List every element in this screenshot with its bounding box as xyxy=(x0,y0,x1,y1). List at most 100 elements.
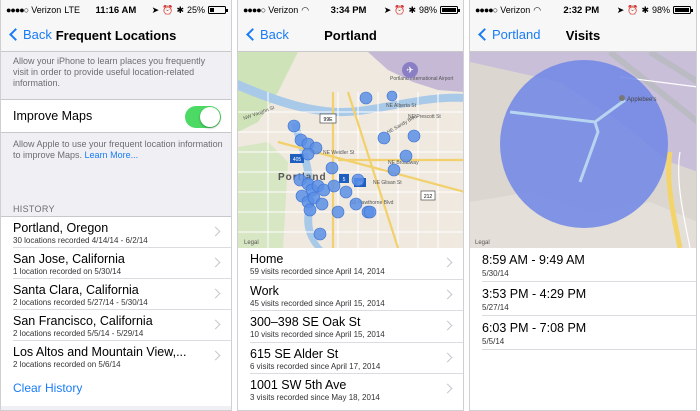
alarm-icon: ⏰ xyxy=(627,4,639,15)
history-header: HISTORY xyxy=(13,204,55,214)
visit-item: 6:03 PM - 7:08 PM 5/5/14 xyxy=(482,316,696,350)
poi-dot xyxy=(619,95,625,101)
clear-history-row: Clear History xyxy=(1,372,231,406)
location-arrow-icon: ➤ xyxy=(383,4,392,15)
location-pin[interactable] xyxy=(301,147,315,161)
legal-link[interactable]: Legal xyxy=(244,240,259,246)
signal-dots-icon: ●●●●○ xyxy=(475,5,498,15)
battery-icon xyxy=(208,6,228,14)
signal-dots-icon: ●●●●○ xyxy=(243,5,266,15)
chevron-right-icon xyxy=(442,383,453,394)
portland-map[interactable]: Portland Portland International Airport … xyxy=(238,52,463,248)
wifi-icon: ◠ xyxy=(301,4,310,15)
location-pin[interactable] xyxy=(303,203,317,217)
location-pin[interactable] xyxy=(363,205,377,219)
navigation-bar: Portland Visits xyxy=(470,20,696,52)
place-item[interactable]: 1001 SW 5th Ave 3 visits recorded since … xyxy=(250,374,463,406)
learn-more-link[interactable]: Learn More... xyxy=(85,150,139,160)
place-item[interactable]: Work 45 visits recorded since April 15, … xyxy=(250,280,463,311)
location-pin[interactable] xyxy=(349,197,363,211)
chevron-right-icon xyxy=(210,226,221,237)
location-pin[interactable] xyxy=(387,163,401,177)
wifi-icon: ◠ xyxy=(533,4,542,15)
place-title: 615 SE Alder St xyxy=(250,346,339,361)
location-pin[interactable] xyxy=(313,227,327,241)
history-item-title: Los Altos and Mountain View,... xyxy=(13,345,187,359)
visit-item: 3:53 PM - 4:29 PM 5/27/14 xyxy=(482,282,696,316)
history-item-subtitle: 1 location recorded on 5/30/14 xyxy=(13,267,122,276)
bluetooth-icon: ✱ xyxy=(408,4,416,15)
portland-screen: ●●●●○ Verizon ◠ 3:34 PM ➤ ⏰ ✱ 98% Back P… xyxy=(237,0,464,411)
improve-maps-row: Improve Maps xyxy=(1,99,231,133)
carrier: Verizon xyxy=(31,5,62,15)
intro-note: Allow your iPhone to learn places you fr… xyxy=(13,56,206,88)
place-title: Home xyxy=(250,252,284,266)
history-item[interactable]: Portland, Oregon 30 locations recorded 4… xyxy=(13,217,231,248)
navigation-bar: Back Frequent Locations xyxy=(1,20,231,52)
chevron-right-icon xyxy=(442,320,453,331)
visit-map[interactable]: Applebee's Legal xyxy=(470,52,696,248)
location-pin[interactable] xyxy=(339,185,353,199)
frequent-locations-screen: ●●●●○ Verizon LTE 11:16 AM ➤ ⏰ ✱ 25% Bac… xyxy=(0,0,232,411)
back-button[interactable]: Back xyxy=(244,27,289,42)
location-pin[interactable] xyxy=(386,90,398,102)
clock: 2:32 PM xyxy=(563,4,600,16)
street-label: NE Weidler St xyxy=(323,150,355,156)
back-button[interactable]: Portland xyxy=(476,27,540,42)
network-type: LTE xyxy=(64,5,81,15)
location-pin[interactable] xyxy=(377,131,391,145)
alarm-icon: ⏰ xyxy=(394,4,406,15)
visit-time-range: 6:03 PM - 7:08 PM xyxy=(482,321,587,335)
location-pin[interactable] xyxy=(327,179,341,193)
highway-shield: 212 xyxy=(424,194,433,200)
location-pin[interactable] xyxy=(407,129,421,143)
place-title: 300–398 SE Oak St xyxy=(250,315,361,329)
history-item-title: Santa Clara, California xyxy=(13,283,139,297)
battery-percent: 25% xyxy=(186,5,205,15)
places-list: Home 59 visits recorded since April 14, … xyxy=(238,248,463,410)
place-item[interactable]: 300–398 SE Oak St 10 visits recorded sin… xyxy=(250,311,463,343)
visit-date: 5/5/14 xyxy=(482,337,505,346)
history-item[interactable]: Los Altos and Mountain View,... 2 locati… xyxy=(13,341,231,372)
location-pin[interactable] xyxy=(399,149,413,163)
airport-icon: ✈ xyxy=(402,62,418,78)
improve-maps-toggle[interactable] xyxy=(185,106,221,128)
chevron-right-icon xyxy=(210,319,221,330)
location-pin[interactable] xyxy=(331,205,345,219)
location-pin[interactable] xyxy=(325,161,339,175)
visit-time-range: 3:53 PM - 4:29 PM xyxy=(482,287,587,301)
place-item[interactable]: 615 SE Alder St 6 visits recorded since … xyxy=(250,343,463,374)
visit-radius-circle xyxy=(500,60,668,228)
back-label: Back xyxy=(23,27,52,42)
place-item[interactable]: Home 59 visits recorded since April 14, … xyxy=(250,248,463,280)
visit-time-range: 8:59 AM - 9:49 AM xyxy=(482,253,585,267)
alarm-icon: ⏰ xyxy=(162,4,174,15)
chevron-right-icon xyxy=(442,289,453,299)
chevron-right-icon xyxy=(210,257,221,268)
history-item[interactable]: Santa Clara, California 2 locations reco… xyxy=(13,279,231,310)
location-pin[interactable] xyxy=(351,173,365,187)
back-button[interactable]: Back xyxy=(7,27,52,42)
visits-list: 8:59 AM - 9:49 AM 5/30/14 3:53 PM - 4:29… xyxy=(470,248,696,410)
back-label: Back xyxy=(260,27,289,42)
status-bar: ●●●●○ Verizon ◠ 3:34 PM ➤ ⏰ ✱ 98% xyxy=(238,0,463,20)
legal-link[interactable]: Legal xyxy=(475,240,490,246)
clear-history-button[interactable]: Clear History xyxy=(13,381,82,395)
chevron-right-icon xyxy=(210,350,221,361)
location-pin[interactable] xyxy=(359,91,373,105)
history-list: Portland, Oregon 30 locations recorded 4… xyxy=(1,216,231,372)
airport-label: Portland International Airport xyxy=(390,76,454,82)
history-item[interactable]: San Jose, California 1 location recorded… xyxy=(13,248,231,279)
visits-screen: ●●●●○ Verizon ◠ 2:32 PM ➤ ⏰ ✱ 98% Portla… xyxy=(469,0,697,411)
bluetooth-icon: ✱ xyxy=(641,4,649,15)
history-item-title: Portland, Oregon xyxy=(13,221,109,235)
history-item-title: San Francisco, California xyxy=(13,314,153,328)
battery-icon xyxy=(440,6,461,14)
location-pin[interactable] xyxy=(315,197,329,211)
toggle-knob xyxy=(200,107,220,127)
location-pin[interactable] xyxy=(287,119,301,133)
history-item[interactable]: San Francisco, California 2 locations re… xyxy=(13,310,231,341)
highway-shield: 405 xyxy=(293,157,302,163)
improve-maps-label: Improve Maps xyxy=(13,109,93,123)
place-subtitle: 10 visits recorded since April 15, 2014 xyxy=(250,330,385,339)
